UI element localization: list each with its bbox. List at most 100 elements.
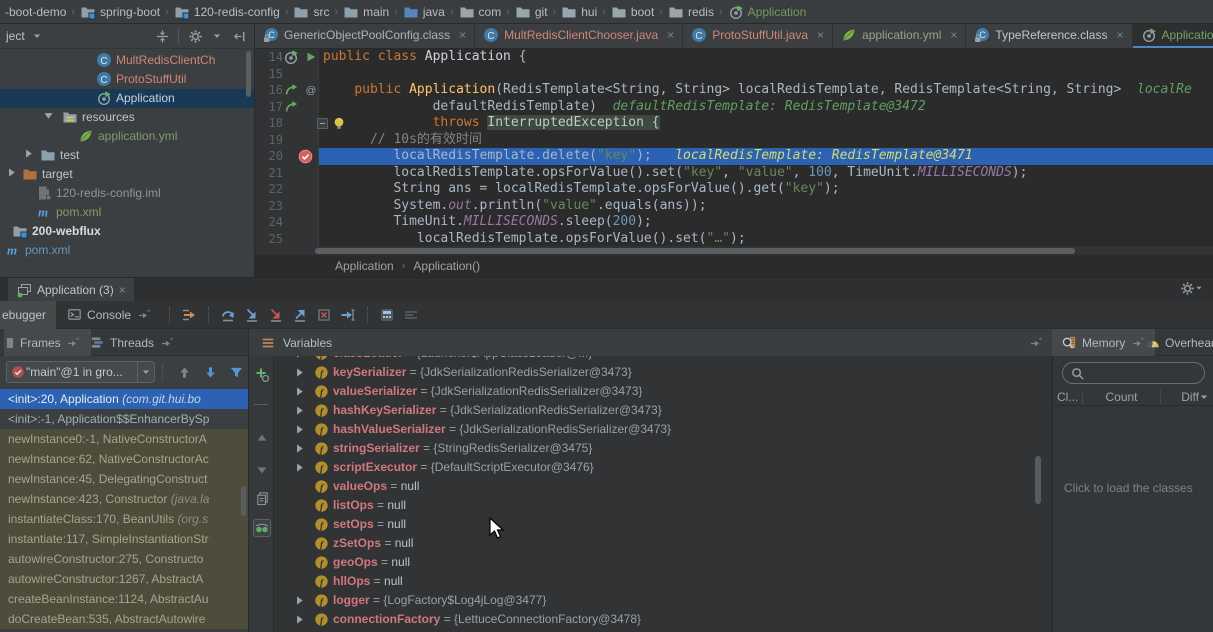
bean-arrow-icon[interactable] <box>283 82 299 98</box>
editor-tab[interactable]: CGenericObjectPoolConfig.class× <box>255 24 475 48</box>
tree-item[interactable]: 200-webflux <box>0 222 254 241</box>
breadcrumb-item[interactable]: 120-redis-config <box>171 4 283 20</box>
tree-item[interactable]: Application <box>0 89 254 108</box>
code-line[interactable]: 20 localRedisTemplate.delete("key"); loc… <box>255 148 1213 165</box>
variable-row[interactable]: flistOps = null <box>275 496 1045 515</box>
code-line[interactable]: 18 throws InterruptedException { <box>255 115 1213 132</box>
tree-expand-icon[interactable] <box>291 459 307 475</box>
tree-item[interactable]: mpom.xml <box>0 241 254 260</box>
gear-icon[interactable] <box>1179 280 1195 296</box>
project-panel-title[interactable]: ject <box>6 29 25 43</box>
breadcrumb-item[interactable]: com <box>456 4 505 20</box>
frames-scrollbar[interactable] <box>241 486 246 516</box>
code-line[interactable]: 15 <box>255 66 1213 83</box>
run-to-cursor-icon[interactable] <box>336 303 360 327</box>
variable-row[interactable]: flogger = {LogFactory$Log4jLog@3477} <box>275 591 1045 610</box>
show-execution-point-icon[interactable] <box>177 303 201 327</box>
code-line[interactable]: 21 localRedisTemplate.opsForValue().set(… <box>255 165 1213 182</box>
step-into-icon[interactable] <box>240 303 264 327</box>
breadcrumb-item[interactable]: hui <box>558 4 600 20</box>
code-line[interactable]: 17 defaultRedisTemplate) defaultRedisTem… <box>255 99 1213 116</box>
tree-item[interactable]: mpom.xml <box>0 203 254 222</box>
stack-frame[interactable]: <init>:-1, Application$$EnhancerBySp <box>0 409 248 429</box>
breadcrumb-item[interactable]: java <box>400 4 448 20</box>
stack-frame[interactable]: createBeanInstance:1124, AbstractAu <box>0 589 248 609</box>
close-icon[interactable]: × <box>667 28 674 42</box>
breakpoint-icon[interactable] <box>297 148 313 164</box>
stack-frame[interactable]: <init>:20, Application (com.git.hui.bo <box>0 389 248 409</box>
step-out-icon[interactable] <box>288 303 312 327</box>
tree-item[interactable]: CMultRedisClientCh <box>0 51 254 70</box>
nav-down-icon[interactable] <box>198 360 222 384</box>
bean-arrow-icon[interactable] <box>283 99 299 115</box>
caret-down-icon[interactable] <box>1195 280 1203 296</box>
force-step-into-icon[interactable] <box>264 303 288 327</box>
code-line[interactable]: 14public class Application { <box>255 49 1213 66</box>
memory-column-count[interactable]: Count <box>1083 390 1161 404</box>
gear-icon[interactable] <box>187 28 203 44</box>
variable-row[interactable]: fhashKeySerializer = {JdkSerializationRe… <box>275 401 1045 420</box>
tree-item[interactable]: resources <box>0 108 254 127</box>
stack-frame[interactable]: instantiateClass:170, BeanUtils (org.s <box>0 509 248 529</box>
tab-overhead[interactable]: Overhead <box>1135 329 1213 356</box>
breadcrumb-item[interactable]: redis <box>665 4 717 20</box>
variable-row[interactable]: fconnectionFactory = {LettuceConnectionF… <box>275 610 1045 629</box>
step-over-icon[interactable] <box>216 303 240 327</box>
editor-tab[interactable]: CProtoStuffUtil.java× <box>683 24 833 48</box>
editor-tab[interactable]: Application.java× <box>1133 24 1213 48</box>
tree-expand-icon[interactable] <box>291 383 307 399</box>
tree-item[interactable]: CProtoStuffUtil <box>0 70 254 89</box>
memory-empty-text[interactable]: Click to load the classes <box>1064 481 1193 495</box>
tree-expand-icon[interactable] <box>291 421 307 437</box>
copy-icon[interactable] <box>253 489 271 507</box>
breadcrumb-item[interactable]: -boot-demo <box>2 5 69 19</box>
tab-threads[interactable]: Threads * <box>80 329 184 356</box>
code-line[interactable]: 23 System.out.println("value".equals(ans… <box>255 198 1213 215</box>
memory-column-diff[interactable]: Diff <box>1161 389 1213 405</box>
tree-expand-icon[interactable] <box>291 364 307 380</box>
close-icon[interactable]: × <box>459 28 466 42</box>
tree-expand-icon[interactable] <box>291 611 307 627</box>
code-line[interactable]: 22 String ans = localRedisTemplate.opsFo… <box>255 181 1213 198</box>
scrollbar-thumb[interactable] <box>315 248 1075 254</box>
breadcrumb-item[interactable]: Application <box>725 4 810 20</box>
variable-row[interactable]: fkeySerializer = {JdkSerializationRedisS… <box>275 363 1045 382</box>
editor-tab[interactable]: CMultRedisClientChooser.java× <box>475 24 683 48</box>
drop-frame-icon[interactable] <box>312 303 336 327</box>
add-watch-icon[interactable] <box>253 366 271 384</box>
stream-trace-icon[interactable] <box>399 303 423 327</box>
close-icon[interactable]: × <box>817 28 824 42</box>
breadcrumb-item[interactable]: boot <box>608 4 657 20</box>
close-icon[interactable]: × <box>1116 28 1123 42</box>
tree-item[interactable]: test <box>0 146 254 165</box>
variable-row[interactable]: fzSetOps = null <box>275 534 1045 553</box>
editor-horizontal-scrollbar[interactable] <box>255 246 1213 255</box>
stack-frame[interactable]: newInstance:62, NativeConstructorAc <box>0 449 248 469</box>
breadcrumb-item[interactable]: src <box>290 4 332 20</box>
down-triangle-icon[interactable] <box>253 461 271 479</box>
variable-row[interactable]: fhllOps = null <box>275 572 1045 591</box>
editor-tab[interactable]: CTypeReference.class× <box>966 24 1132 48</box>
stack-frame[interactable]: autowireConstructor:275, Constructo <box>0 549 248 569</box>
caret-down-icon[interactable] <box>29 28 45 44</box>
tab-debugger[interactable]: ebugger <box>0 301 56 329</box>
run-triangle-icon[interactable] <box>303 49 319 65</box>
evaluate-expression-icon[interactable] <box>375 303 399 327</box>
stack-frame[interactable]: doCreateBean:535, AbstractAutowire <box>0 609 248 629</box>
tree-expand-icon[interactable] <box>291 592 307 608</box>
close-icon[interactable]: × <box>950 28 957 42</box>
code-editor[interactable]: 14public class Application {1516@ public… <box>255 49 1213 255</box>
spring-run-icon[interactable] <box>283 49 299 65</box>
tree-item[interactable]: application.yml <box>0 127 254 146</box>
memory-search-input[interactable] <box>1085 366 1185 380</box>
caret-down-icon[interactable] <box>209 28 225 44</box>
close-icon[interactable]: × <box>119 283 126 297</box>
tree-expand-icon[interactable] <box>291 440 307 456</box>
thread-selector-dropdown[interactable]: "main"@1 in gro... <box>6 361 155 383</box>
up-triangle-icon[interactable] <box>253 429 271 447</box>
tab-console[interactable]: Console * <box>56 301 162 329</box>
project-tree-scrollbar[interactable] <box>246 51 251 97</box>
tree-expand-icon[interactable] <box>22 147 35 166</box>
variable-row[interactable]: fclassLoader = {Launcher$AppClassLoader@… <box>275 356 1045 363</box>
code-line[interactable]: 25 localRedisTemplate.opsForValue().set(… <box>255 231 1213 248</box>
